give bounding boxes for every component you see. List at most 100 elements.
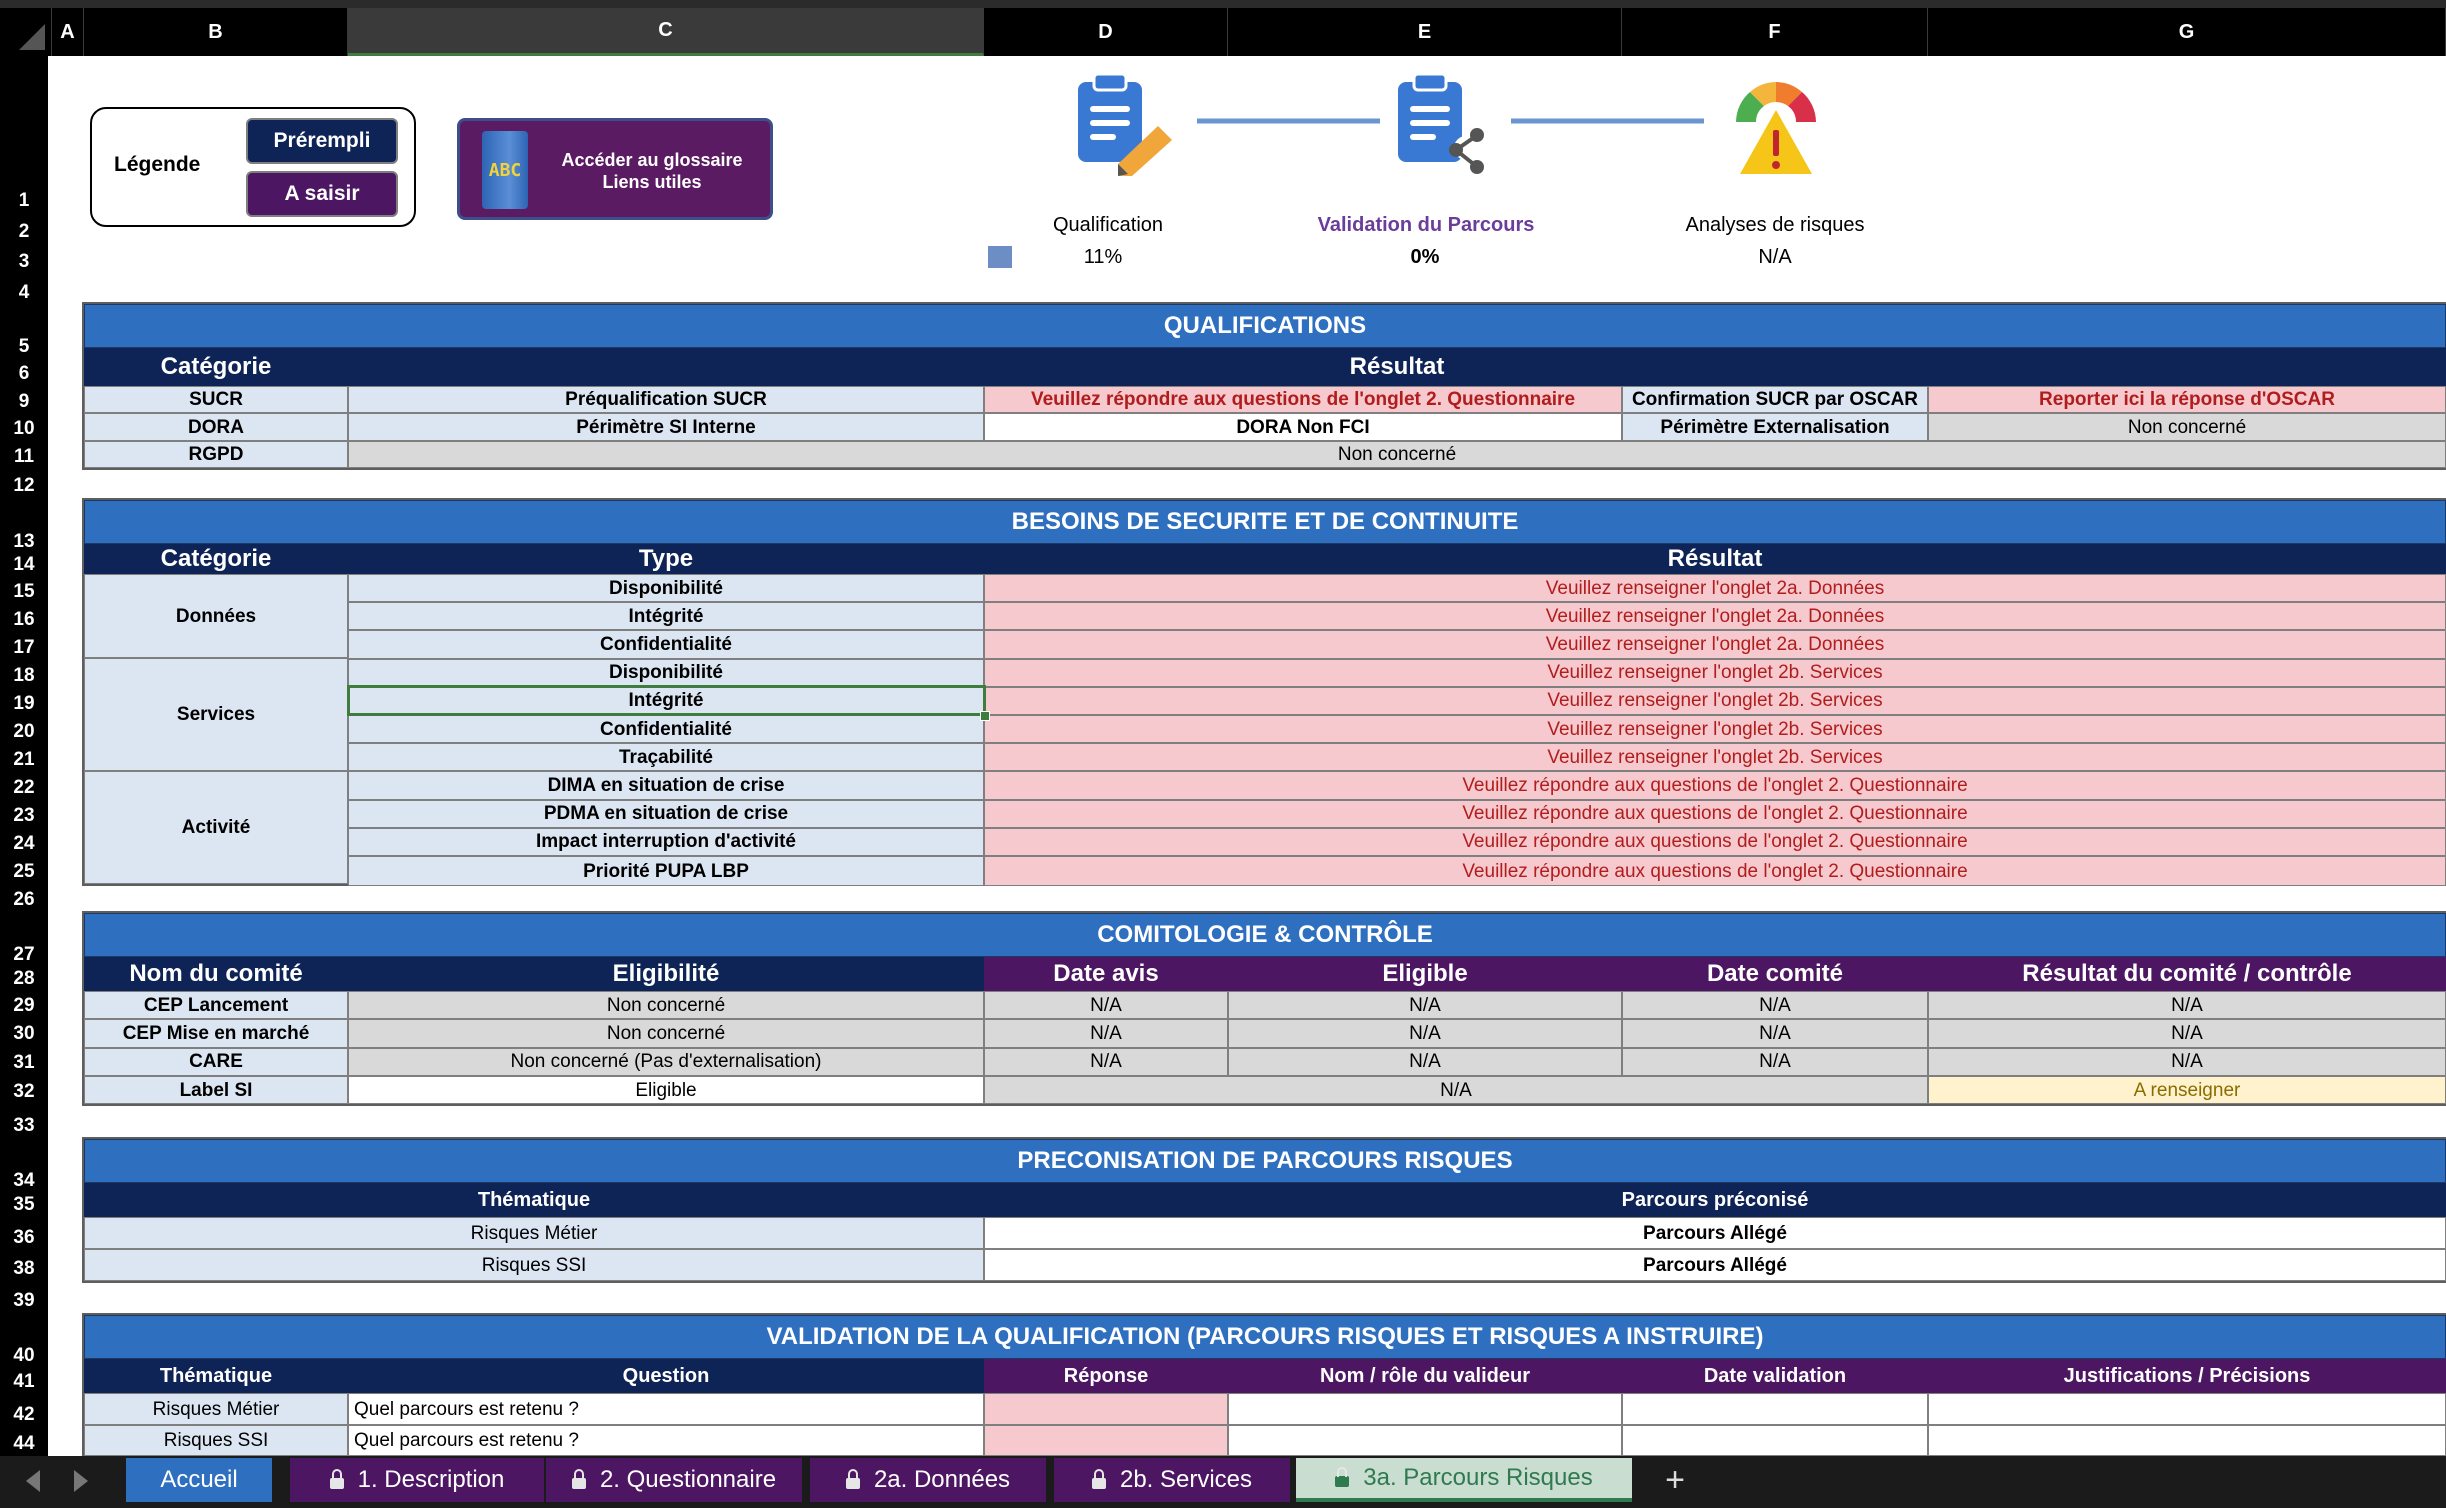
qualifications-title: QUALIFICATIONS xyxy=(84,304,2446,348)
row-header[interactable]: 25 xyxy=(0,856,48,884)
besoins-type-cell: Confidentialité xyxy=(348,715,984,744)
validation-date-input[interactable] xyxy=(1622,1393,1928,1425)
row-header[interactable]: 14 xyxy=(0,547,48,577)
validation-answer-input[interactable] xyxy=(984,1425,1228,1456)
column-header-b[interactable]: B xyxy=(84,8,348,56)
besoins-result-cell: Veuillez renseigner l'onglet 2a. Données xyxy=(984,630,2446,659)
row-header[interactable]: 26 xyxy=(0,884,48,912)
committee-cell: N/A xyxy=(984,1019,1228,1048)
row-header[interactable]: 16 xyxy=(0,604,48,632)
row-header[interactable]: 29 xyxy=(0,990,48,1018)
row-header[interactable]: 30 xyxy=(0,1018,48,1046)
fill-handle[interactable] xyxy=(980,711,990,721)
label-si-result-cell[interactable]: A renseigner xyxy=(1928,1076,2446,1104)
scroll-tabs-left-icon[interactable] xyxy=(26,1470,40,1492)
validation-justification-input[interactable] xyxy=(1928,1425,2446,1456)
row-header[interactable]: 24 xyxy=(0,828,48,856)
row-header[interactable]: 32 xyxy=(0,1076,48,1104)
committee-cell: N/A xyxy=(1622,991,1928,1020)
validation-validator-input[interactable] xyxy=(1228,1393,1622,1425)
sheet-tab[interactable]: 3a. Parcours Risques xyxy=(1296,1458,1632,1502)
besoins-result-cell: Veuillez répondre aux questions de l'ong… xyxy=(984,799,2446,828)
besoins-type-cell: Impact interruption d'activité xyxy=(348,827,984,856)
validation-justification-input[interactable] xyxy=(1928,1393,2446,1425)
besoins-result-cell: Veuillez renseigner l'onglet 2b. Service… xyxy=(984,686,2446,715)
row-header[interactable]: 36 xyxy=(0,1220,48,1250)
committee-cell: Non concerné xyxy=(348,1019,984,1048)
add-sheet-button[interactable]: + xyxy=(1640,1458,1710,1502)
besoins-result-cell: Veuillez renseigner l'onglet 2a. Données xyxy=(984,574,2446,603)
preconisation-theme-cell: Risques Métier xyxy=(84,1217,984,1249)
column-header-f[interactable]: F xyxy=(1622,8,1928,56)
row-header[interactable]: 20 xyxy=(0,716,48,744)
validation-header-question: Question xyxy=(348,1359,984,1393)
qualif-sucr-message[interactable]: Veuillez répondre aux questions de l'ong… xyxy=(984,386,1622,413)
sheet-tab[interactable]: 2a. Données xyxy=(810,1458,1046,1502)
validation-validator-input[interactable] xyxy=(1228,1425,1622,1456)
row-header[interactable]: 40 xyxy=(0,1324,48,1368)
sheet-tab[interactable]: Accueil xyxy=(126,1458,272,1502)
select-all-corner[interactable] xyxy=(0,8,52,56)
sheet-tab[interactable]: 1. Description xyxy=(290,1458,544,1502)
row-header[interactable]: 19 xyxy=(0,688,48,716)
sheet-tab-label: 3a. Parcours Risques xyxy=(1363,1464,1593,1491)
row-header[interactable]: 31 xyxy=(0,1047,48,1075)
row-header[interactable]: 2 xyxy=(0,214,48,244)
row-header[interactable]: 6 xyxy=(0,356,48,386)
besoins-type-cell: Intégrité xyxy=(348,602,984,631)
sheet-tab[interactable]: 2. Questionnaire xyxy=(546,1458,802,1502)
committee-cell: N/A xyxy=(984,1047,1228,1077)
committee-name: CARE xyxy=(84,1047,348,1077)
column-header-d[interactable]: D xyxy=(984,8,1228,56)
lock-icon xyxy=(571,1468,586,1489)
preconisation-theme-cell: Risques SSI xyxy=(84,1249,984,1281)
row-header[interactable]: 44 xyxy=(0,1430,48,1456)
row-header[interactable]: 9 xyxy=(0,386,48,414)
row-header[interactable]: 23 xyxy=(0,800,48,828)
besoins-type-cell: Priorité PUPA LBP xyxy=(348,856,984,887)
row-header[interactable]: 17 xyxy=(0,632,48,660)
committee-cell: N/A xyxy=(1928,1047,2446,1077)
row-header[interactable]: 12 xyxy=(0,470,48,498)
row-header[interactable]: 4 xyxy=(0,275,48,305)
row-header[interactable]: 15 xyxy=(0,576,48,604)
active-cell-selection[interactable] xyxy=(347,685,986,716)
column-header-e[interactable]: E xyxy=(1228,8,1622,56)
preconisation-title: PRECONISATION DE PARCOURS RISQUES xyxy=(84,1139,2446,1183)
lock-icon xyxy=(329,1468,344,1489)
besoins-result-cell: Veuillez renseigner l'onglet 2b. Service… xyxy=(984,658,2446,687)
row-header[interactable]: 33 xyxy=(0,1110,48,1138)
row-header[interactable]: 41 xyxy=(0,1364,48,1394)
row-header[interactable]: 1 xyxy=(0,183,48,213)
window-top-band xyxy=(0,0,2446,8)
glossary-button[interactable]: ABC Accéder au glossaire Liens utiles xyxy=(457,118,773,220)
row-header[interactable]: 10 xyxy=(0,413,48,441)
row-header[interactable]: 35 xyxy=(0,1187,48,1217)
row-header[interactable]: 38 xyxy=(0,1251,48,1281)
sheet-tab-label: 2. Questionnaire xyxy=(599,1466,777,1493)
besoins-type-cell: Disponibilité xyxy=(348,574,984,603)
row-header[interactable]: 22 xyxy=(0,772,48,800)
row-header[interactable]: 28 xyxy=(0,961,48,991)
validation-theme-cell: Risques Métier xyxy=(84,1393,348,1425)
column-header-g[interactable]: G xyxy=(1928,8,2446,56)
row-header[interactable]: 18 xyxy=(0,660,48,688)
row-header[interactable]: 39 xyxy=(0,1283,48,1313)
sheet-tab[interactable]: 2b. Services xyxy=(1054,1458,1290,1502)
row-header[interactable]: 21 xyxy=(0,744,48,772)
qualif-oscar-answer-cell[interactable]: Reporter ici la réponse d'OSCAR xyxy=(1928,386,2446,413)
validation-date-input[interactable] xyxy=(1622,1425,1928,1456)
besoins-group-donnees: Données xyxy=(84,574,348,658)
column-header-a[interactable]: A xyxy=(52,8,84,56)
row-header[interactable]: 11 xyxy=(0,441,48,469)
lock-icon xyxy=(845,1468,860,1489)
row-header[interactable]: 3 xyxy=(0,244,48,274)
row-header[interactable]: 42 xyxy=(0,1397,48,1427)
scroll-tabs-right-icon[interactable] xyxy=(74,1470,88,1492)
column-header-c[interactable]: C xyxy=(348,8,984,56)
besoins-title: BESOINS DE SECURITE ET DE CONTINUITE xyxy=(84,500,2446,544)
committee-name: CEP Mise en marché xyxy=(84,1019,348,1048)
row-header[interactable]: 5 xyxy=(0,315,48,359)
step-risk-analysis-value: N/A xyxy=(1758,246,1792,268)
validation-answer-input[interactable] xyxy=(984,1393,1228,1425)
